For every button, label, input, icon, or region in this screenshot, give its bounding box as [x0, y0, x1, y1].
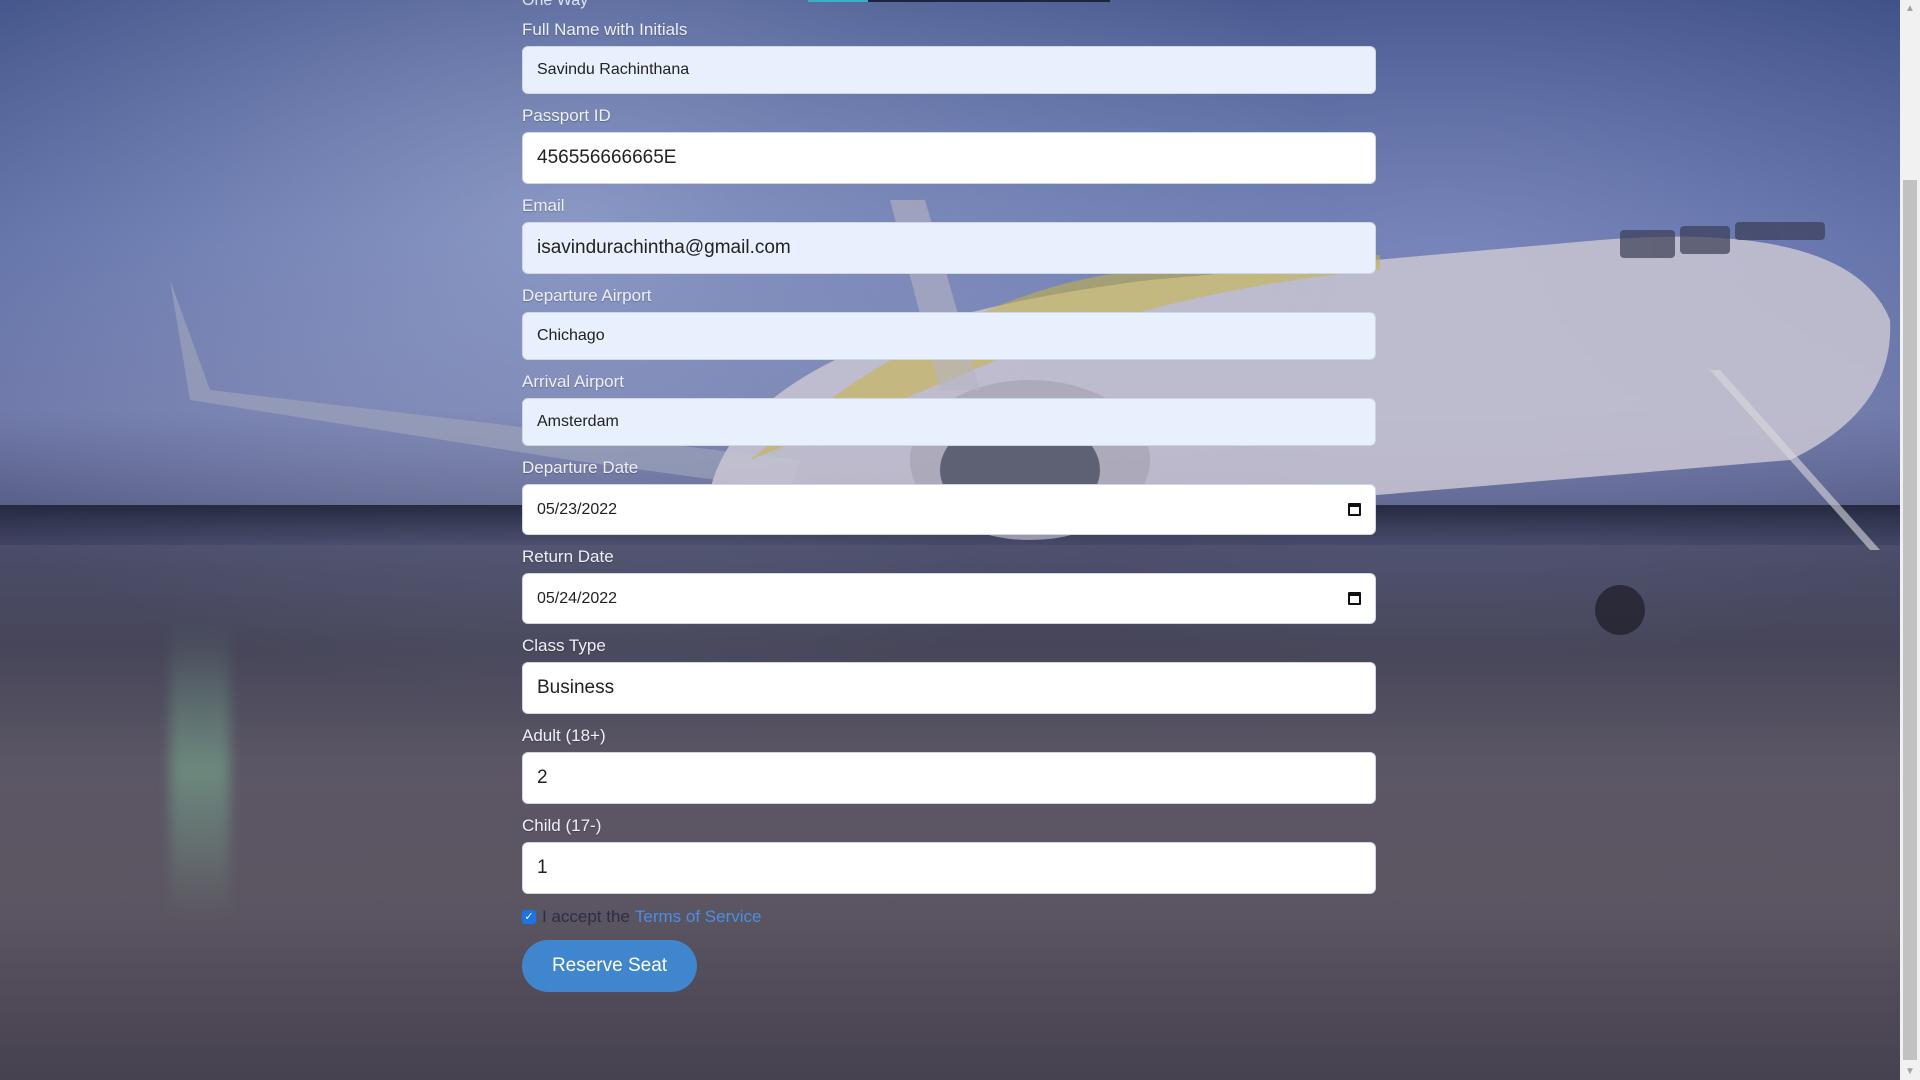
child-label: Child (17-): [522, 816, 602, 835]
scrollbar-thumb[interactable]: [1903, 180, 1917, 1060]
return-date-label: Return Date: [522, 547, 614, 566]
class-type-value: Business: [537, 677, 615, 698]
child-input[interactable]: 1: [522, 842, 1376, 894]
child-value: 1: [537, 857, 548, 878]
adult-label: Adult (18+): [522, 726, 606, 745]
arrival-airport-value: Amsterdam: [537, 413, 619, 430]
calendar-icon[interactable]: [1348, 503, 1361, 516]
email-input[interactable]: isavindurachintha@gmail.com: [522, 222, 1376, 274]
departure-airport-input[interactable]: Chichago: [522, 312, 1376, 360]
scroll-down-icon[interactable]: ▼: [1900, 1063, 1920, 1080]
adult-input[interactable]: 2: [522, 752, 1376, 804]
full-name-input[interactable]: Savindu Rachinthana: [522, 46, 1376, 94]
terms-prefix: I accept the: [542, 907, 630, 926]
email-value: isavindurachintha@gmail.com: [537, 237, 791, 258]
class-type-label: Class Type: [522, 636, 606, 655]
passport-label: Passport ID: [522, 106, 611, 125]
terms-checkbox[interactable]: ✓: [522, 910, 536, 924]
departure-airport-value: Chichago: [537, 327, 605, 344]
passport-input[interactable]: 456556666665E: [522, 132, 1376, 184]
terms-of-service-link[interactable]: Terms of Service: [635, 907, 762, 927]
return-date-input[interactable]: 05/24/2022: [522, 573, 1376, 624]
arrival-airport-label: Arrival Airport: [522, 372, 625, 391]
reserve-seat-button[interactable]: Reserve Seat: [522, 940, 697, 992]
adult-value: 2: [537, 767, 548, 788]
departure-date-input[interactable]: 05/23/2022: [522, 484, 1376, 535]
scroll-up-icon[interactable]: ▲: [1900, 0, 1920, 17]
class-type-input[interactable]: Business: [522, 662, 1376, 714]
full-name-label: Full Name with Initials: [522, 20, 688, 39]
page-viewport: One Way Full Name with Initials Savindu …: [0, 0, 1920, 1080]
arrival-airport-input[interactable]: Amsterdam: [522, 398, 1376, 446]
departure-date-label: Departure Date: [522, 458, 639, 477]
terms-row: ✓ I accept the Terms of Service: [522, 906, 1376, 928]
reservation-form: Full Name with Initials Savindu Rachinth…: [522, 0, 1376, 992]
calendar-icon[interactable]: [1348, 592, 1361, 605]
passport-value: 456556666665E: [537, 147, 677, 168]
vertical-scrollbar[interactable]: ▲ ▼: [1900, 0, 1920, 1080]
email-label: Email: [522, 196, 565, 215]
return-date-value: 05/24/2022: [537, 589, 618, 607]
departure-date-value: 05/23/2022: [537, 500, 618, 518]
full-name-value: Savindu Rachinthana: [537, 61, 690, 78]
departure-airport-label: Departure Airport: [522, 286, 652, 305]
